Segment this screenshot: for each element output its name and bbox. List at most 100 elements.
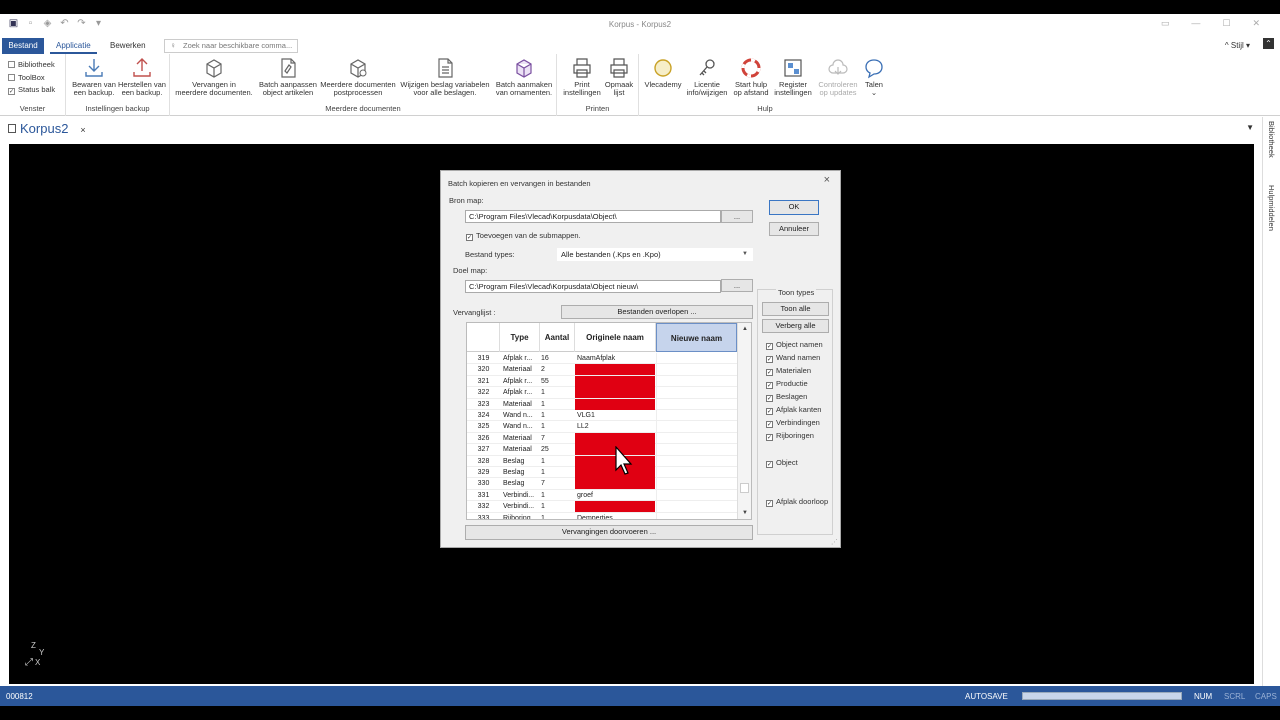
apply-replacements-button[interactable]: Vervangingen doorvoeren ... (465, 525, 753, 540)
side-tab-bibliotheek[interactable]: Bibliotheek (1267, 121, 1276, 158)
row-new-name[interactable] (656, 398, 736, 410)
table-row[interactable]: 333 Rijboring 1 Dempertjes (467, 512, 737, 519)
tab-applicatie[interactable]: Applicatie (50, 38, 97, 54)
style-menu[interactable]: ^ Stijl ▾ (1225, 41, 1250, 50)
minimize-icon[interactable]: — (1191, 18, 1200, 29)
close-window-icon[interactable]: ✕ (1252, 18, 1260, 29)
print-layout-list-button[interactable]: Opmaak lijst (601, 57, 637, 97)
scroll-down-icon[interactable]: ▼ (738, 510, 751, 516)
checkbox-afplak-doorloop[interactable]: ✓ Afplak doorloop (766, 497, 828, 507)
check-updates-button[interactable]: Controleren op updates (815, 57, 861, 97)
table-row[interactable]: 320 Materiaal 2 (467, 364, 737, 376)
column-header-new-name[interactable]: Nieuwe naam (656, 323, 737, 352)
row-original-name[interactable] (575, 432, 655, 444)
checkbox-object[interactable]: ✓ Object (766, 458, 798, 468)
table-row[interactable]: 324 Wand n... 1 VLG1 (467, 410, 737, 422)
type-checkbox[interactable]: ✓ Rijboringen (766, 431, 814, 441)
table-row[interactable]: 331 Verbindi... 1 groef (467, 489, 737, 502)
row-original-name[interactable] (575, 398, 655, 410)
type-checkbox[interactable]: ✓ Materialen (766, 366, 811, 376)
target-browse-button[interactable]: ... (721, 279, 753, 292)
row-original-name[interactable]: LL2 (575, 421, 655, 432)
tab-list-dropdown-icon[interactable]: ▼ (1246, 123, 1254, 132)
source-browse-button[interactable]: ... (721, 210, 753, 223)
table-row[interactable]: 326 Materiaal 7 (467, 432, 737, 445)
row-new-name[interactable] (656, 489, 736, 501)
row-new-name[interactable] (656, 478, 736, 490)
column-header-original-name[interactable]: Originele naam (575, 323, 656, 352)
batch-adjust-articles-button[interactable]: Batch aanpassen object artikelen (256, 57, 320, 97)
replace-list-grid[interactable]: Type Aantal Originele naam Nieuwe naam 3… (466, 322, 752, 520)
checkbox-bibliotheek[interactable]: Bibliotheek (8, 60, 55, 69)
row-original-name[interactable] (575, 387, 655, 399)
tab-bewerken[interactable]: Bewerken (104, 38, 152, 54)
registry-settings-button[interactable]: Register instellingen (771, 57, 815, 97)
row-new-name[interactable] (656, 444, 736, 456)
row-new-name[interactable] (656, 501, 736, 513)
column-header-type[interactable]: Type (500, 323, 540, 352)
table-row[interactable]: 330 Beslag 7 (467, 478, 737, 490)
type-checkbox[interactable]: ✓ Beslagen (766, 392, 807, 402)
row-original-name[interactable]: groef (575, 490, 655, 501)
type-checkbox[interactable]: ✓ Wand namen (766, 353, 820, 363)
maximize-icon[interactable]: ☐ (1222, 18, 1230, 29)
row-new-name[interactable] (656, 410, 736, 421)
row-new-name[interactable] (656, 467, 736, 478)
postprocess-docs-button[interactable]: Meerdere documenten postprocessen (318, 57, 398, 97)
table-row[interactable]: 323 Materiaal 1 (467, 398, 737, 410)
type-checkbox[interactable]: ✓ Afplak kanten (766, 405, 821, 415)
row-new-name[interactable] (656, 387, 736, 399)
row-original-name[interactable] (575, 364, 655, 376)
table-row[interactable]: 325 Wand n... 1 LL2 (467, 421, 737, 433)
row-new-name[interactable] (656, 375, 736, 387)
tab-bestand[interactable]: Bestand (2, 38, 44, 54)
grid-vertical-scrollbar[interactable]: ▲ ▼ (737, 323, 751, 519)
show-all-button[interactable]: Toon alle (762, 302, 829, 316)
dialog-close-icon[interactable]: × (824, 174, 830, 186)
batch-ornaments-button[interactable]: Batch aanmaken van ornamenten. (492, 57, 556, 97)
resize-grip-icon[interactable]: ⋰ (831, 538, 838, 546)
backup-save-button[interactable]: Bewaren van een backup. (69, 57, 119, 97)
row-new-name[interactable] (656, 364, 736, 376)
backup-restore-button[interactable]: Herstellen van een backup. (116, 57, 168, 97)
cancel-button[interactable]: Annuleer (769, 222, 819, 236)
type-checkbox[interactable]: ✓ Verbindingen (766, 418, 820, 428)
scroll-thumb[interactable] (740, 483, 749, 493)
scan-files-button[interactable]: Bestanden overlopen ... (561, 305, 753, 319)
command-search-input[interactable]: ♀ Zoek naar beschikbare comma... (164, 39, 298, 53)
row-new-name[interactable] (656, 421, 736, 433)
table-row[interactable]: 321 Afplak r... 55 (467, 375, 737, 388)
close-tab-icon[interactable]: × (80, 125, 85, 135)
change-hardware-vars-button[interactable]: Wijzigen beslag variabelen voor alle bes… (398, 57, 492, 97)
source-folder-input[interactable]: C:\Program Files\Vlecad\Korpusdata\Objec… (465, 210, 721, 223)
table-row[interactable]: 329 Beslag 1 (467, 467, 737, 479)
file-types-select[interactable]: Alle bestanden (.Kps en .Kpo) ▼ (557, 248, 753, 261)
ok-button[interactable]: OK (769, 200, 819, 215)
table-row[interactable]: 322 Afplak r... 1 (467, 387, 737, 399)
table-row[interactable]: 328 Beslag 1 (467, 455, 737, 467)
type-checkbox[interactable]: ✓ Object namen (766, 340, 823, 350)
print-settings-button[interactable]: Print instellingen (559, 57, 605, 97)
checkbox-toolbox[interactable]: ToolBox (8, 73, 45, 82)
scroll-up-icon[interactable]: ▲ (738, 326, 751, 332)
include-subfolders-checkbox[interactable]: ✓ Toevoegen van de submappen. (466, 231, 581, 241)
target-folder-input[interactable]: C:\Program Files\Vlecad\Korpusdata\Objec… (465, 280, 721, 293)
side-tab-hulpmiddelen[interactable]: Hulpmiddelen (1267, 185, 1276, 231)
remote-help-button[interactable]: Start hulp op afstand (729, 57, 773, 97)
row-original-name[interactable] (575, 501, 655, 513)
table-row[interactable]: 327 Materiaal 25 (467, 444, 737, 456)
hide-all-button[interactable]: Verberg alle (762, 319, 829, 333)
checkbox-status-balk[interactable]: ✓ Status balk (8, 85, 55, 95)
document-tab-korpus2[interactable]: Korpus2 × (4, 119, 90, 139)
languages-button[interactable]: Talen ⌄ (859, 57, 889, 97)
type-checkbox[interactable]: ✓ Productie (766, 379, 808, 389)
row-original-name[interactable] (575, 478, 655, 490)
collapse-ribbon-icon[interactable]: ⌃ (1263, 38, 1274, 49)
row-new-name[interactable] (656, 455, 736, 467)
row-original-name[interactable]: VLG1 (575, 410, 655, 421)
restore-layout-icon[interactable]: ▭ (1161, 18, 1170, 29)
row-original-name[interactable]: Dempertjes (575, 513, 655, 519)
table-row[interactable]: 319 Afplak r... 16 NaamAfplak (467, 353, 737, 365)
license-info-button[interactable]: Licentie info/wijzigen (685, 57, 729, 97)
row-new-name[interactable] (656, 512, 736, 519)
